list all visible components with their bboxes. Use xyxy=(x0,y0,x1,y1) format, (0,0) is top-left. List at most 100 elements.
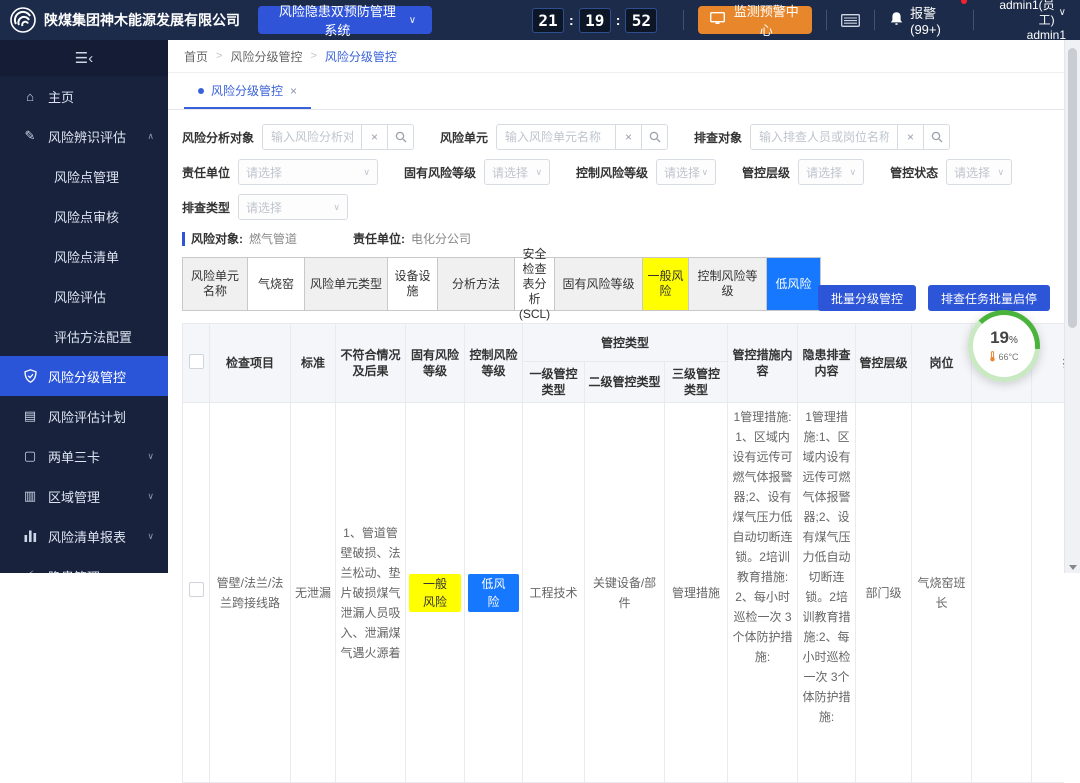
scrollbar-down-arrow-icon[interactable] xyxy=(1069,565,1077,570)
inspection-object-search-group: × xyxy=(750,124,951,150)
cell-control-layer: 部门级 xyxy=(855,402,913,783)
scrollbar-thumb[interactable] xyxy=(1068,48,1077,328)
cell-extra-2 xyxy=(1031,402,1064,783)
filter-row-3: 排查类型 请选择 ∨ xyxy=(182,194,1080,220)
sidebar-item-risk-point-management[interactable]: 风险点管理 xyxy=(0,156,168,196)
summary-analysis-method-value: 安全检查表分析(SCL) xyxy=(514,247,555,321)
sidebar-item-risk-point-review[interactable]: 风险点审核 xyxy=(0,196,168,236)
breadcrumb-home[interactable]: 首页 xyxy=(184,48,208,65)
monitor-center-label: 监测预警中心 xyxy=(733,4,799,38)
summary-unit-type-value: 设备设施 xyxy=(387,257,438,311)
col-header-control-type-l3: 三级管控类型 xyxy=(663,361,729,403)
system-select-button[interactable]: 风险隐患双预防管理系统 ∨ xyxy=(258,4,433,38)
lightning-icon: ⚡ xyxy=(22,568,38,573)
menu-fold-icon[interactable]: ☰‹ xyxy=(75,49,93,67)
row-checkbox-cell xyxy=(182,402,210,783)
cell-consequence: 1、管道管壁破损、法兰松动、垫片破损煤气泄漏人员吸入、泄漏煤气遇火源着 xyxy=(335,402,406,783)
clock: 21 : 19 : 52 xyxy=(532,7,658,33)
row-checkbox[interactable] xyxy=(188,582,204,597)
tab-close-icon[interactable]: × xyxy=(290,84,297,98)
col-header-control-type-l1: 一级管控类型 xyxy=(522,361,585,403)
sidebar-item-assessment-method-config[interactable]: 评估方法配置 xyxy=(0,316,168,356)
clock-separator: : xyxy=(569,12,574,28)
gauge-percent: 19% xyxy=(990,327,1018,347)
tab-risk-grading-control[interactable]: 风险分级管控 × xyxy=(184,74,312,109)
control-layer-select[interactable]: 请选择 ∨ xyxy=(798,159,865,185)
clipboard-icon: ▤ xyxy=(23,408,37,423)
shield-icon xyxy=(22,369,38,383)
breadcrumb-risk-grading[interactable]: 风险分级管控 xyxy=(230,48,302,65)
sidebar-item-risk-point-list[interactable]: 风险点清单 xyxy=(0,236,168,276)
alarm-bell-icon xyxy=(889,11,904,29)
home-icon: ⌂ xyxy=(26,88,34,104)
control-status-select[interactable]: 请选择 ∨ xyxy=(946,159,1013,185)
sidebar-item-risk-assessment[interactable]: 风险评估 xyxy=(0,276,168,316)
risk-unit-input[interactable] xyxy=(496,124,617,150)
user-role: admin1(员工) xyxy=(999,0,1055,27)
batch-grading-control-button[interactable]: 批量分级管控 xyxy=(817,285,916,311)
header-checkbox-cell xyxy=(182,323,210,403)
sidebar-item-risk-assessment-plan[interactable]: ▤ 风险评估计划 xyxy=(0,396,168,436)
col-header-standard: 标准 xyxy=(290,323,336,403)
cell-inherent-risk: 一般风险 xyxy=(405,402,465,783)
chevron-down-icon: ∨ xyxy=(408,14,417,26)
cell-control-risk: 低风险 xyxy=(464,402,523,783)
clear-icon[interactable]: × xyxy=(616,124,643,150)
alarm-badge-dot xyxy=(960,0,967,4)
control-risk-badge: 低风险 xyxy=(468,573,519,612)
cell-post: 气烧窑班长 xyxy=(911,402,973,783)
filter-label-control-status: 管控状态 xyxy=(890,165,939,180)
edit-icon: ✎ xyxy=(24,128,36,143)
filter-label-inherent-risk-level: 固有风险等级 xyxy=(404,165,477,180)
search-icon[interactable] xyxy=(642,124,669,150)
sidebar-item-risk-list-report[interactable]: 风险清单报表 ∨ xyxy=(0,516,168,556)
summary-control-risk-label: 控制风险等级 xyxy=(688,257,767,311)
sidebar-item-home[interactable]: ⌂ 主页 xyxy=(0,76,168,116)
analysis-object-input[interactable] xyxy=(262,124,363,150)
sidebar-item-risk-grading-control[interactable]: 风险分级管控 xyxy=(0,356,168,396)
inspection-object-input[interactable] xyxy=(750,124,899,150)
summary-control-risk-value: 低风险 xyxy=(766,257,821,311)
sidebar-item-risk-identification[interactable]: ✎ 风险辨识评估 ∧ xyxy=(0,116,168,156)
filter-label-control-risk-level: 控制风险等级 xyxy=(576,165,649,180)
cell-extra-1 xyxy=(971,402,1033,783)
search-icon[interactable] xyxy=(924,124,951,150)
col-header-control-layer: 管控层级 xyxy=(855,323,913,403)
clock-hours: 21 xyxy=(532,7,565,33)
filter-row-1: 风险分析对象 × 风险单元 × 排查对象 × xyxy=(182,124,1080,150)
monitor-center-button[interactable]: 监测预警中心 xyxy=(698,4,813,38)
control-risk-level-select[interactable]: 请选择 ∨ xyxy=(656,159,717,185)
clear-icon[interactable]: × xyxy=(362,124,389,150)
sidebar-item-area-management[interactable]: ▥ 区域管理 ∨ xyxy=(0,476,168,516)
sidebar-item-two-lists-three-cards[interactable]: ▢ 两单三卡 ∨ xyxy=(0,436,168,476)
main-area: 首页 > 风险分级管控 > 风险分级管控 风险分级管控 × 风险分析对象 × 风… xyxy=(168,40,1080,783)
filter-label-responsible-unit: 责任单位 xyxy=(182,165,231,180)
filter-label-inspection-type: 排查类型 xyxy=(182,200,231,215)
responsible-unit-label: 责任单位: xyxy=(353,232,406,246)
search-icon[interactable] xyxy=(388,124,415,150)
filter-label-control-layer: 管控层级 xyxy=(742,165,791,180)
gauge-inner: 19% 66°C xyxy=(973,315,1035,377)
user-menu[interactable]: admin1(员工) ∨ admin1 xyxy=(992,0,1066,43)
select-all-checkbox[interactable] xyxy=(188,353,204,369)
responsible-unit-select[interactable]: 请选择 ∨ xyxy=(238,159,379,185)
monitor-icon xyxy=(710,11,726,28)
batch-task-toggle-button[interactable]: 排查任务批量启停 xyxy=(927,285,1050,311)
risk-object-value: 燃气管道 xyxy=(249,232,298,246)
chevron-down-icon: ∨ xyxy=(1058,7,1066,18)
col-header-control-type-group: 管控类型 xyxy=(521,323,729,362)
topbar-divider xyxy=(683,10,685,30)
inherent-risk-level-select[interactable]: 请选择 ∨ xyxy=(484,159,551,185)
gauge-temperature: 66°C xyxy=(989,350,1019,364)
system-monitor-widget[interactable]: 19% 66°C xyxy=(968,310,1040,382)
inspection-type-select[interactable]: 请选择 ∨ xyxy=(238,194,349,220)
sidebar: ☰‹ ⌂ 主页 ✎ 风险辨识评估 ∧ 风险点管理 风险点审核 风险点清单 风险评… xyxy=(0,40,168,573)
alarm-button[interactable]: 报警(99+) xyxy=(889,0,967,37)
analysis-object-search-group: × xyxy=(262,124,415,150)
cell-inspection-content: 1管理措施:1、区域内设有远传可燃气体报警器;2、设有煤气压力低自动切断连锁。2… xyxy=(797,402,857,783)
clear-icon[interactable]: × xyxy=(898,124,925,150)
sidebar-item-hidden-danger-management[interactable]: ⚡ 隐患管理 ∨ xyxy=(0,556,168,573)
chevron-down-icon: ∨ xyxy=(535,166,543,177)
sidebar-fold-bar: ☰‹ xyxy=(0,40,168,76)
keyboard-icon[interactable] xyxy=(841,13,861,27)
